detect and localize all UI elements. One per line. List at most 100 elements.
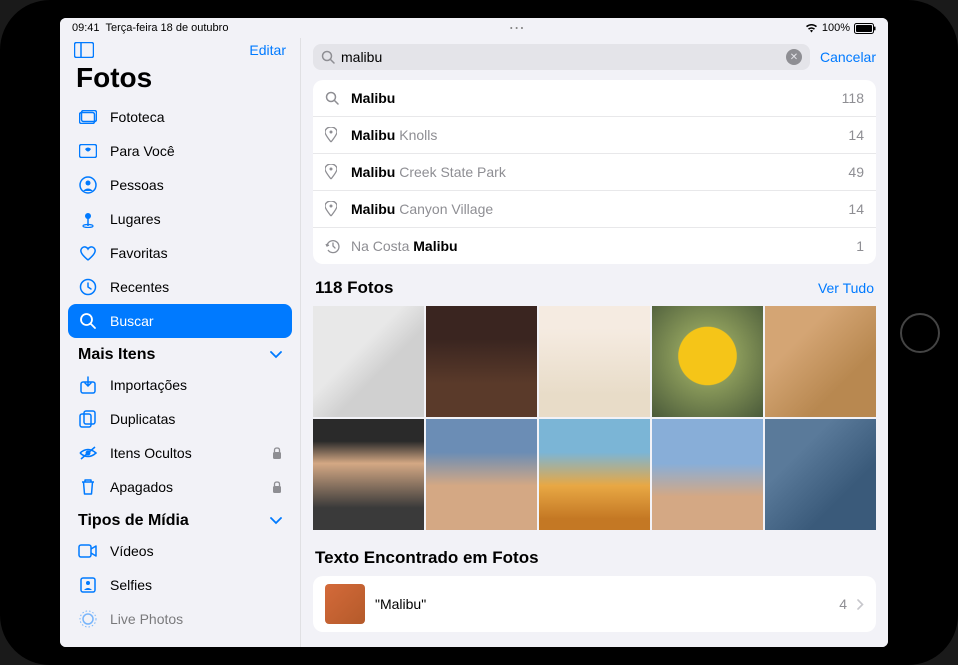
sidebar-label: Duplicatas xyxy=(110,411,175,427)
sidebar-label: Favoritas xyxy=(110,245,168,261)
sidebar-item-favoritas[interactable]: Favoritas xyxy=(68,236,292,270)
sidebar-item-duplicatas[interactable]: Duplicatas xyxy=(68,402,292,436)
library-icon xyxy=(78,107,98,127)
home-button[interactable] xyxy=(900,313,940,353)
pin-icon xyxy=(325,201,341,217)
sidebar-item-lugares[interactable]: Lugares xyxy=(68,202,292,236)
photo-thumbnail[interactable] xyxy=(652,306,763,417)
live-icon xyxy=(78,609,98,629)
pin-icon xyxy=(325,164,341,180)
photo-thumbnail[interactable] xyxy=(765,306,876,417)
sidebar-label: Buscar xyxy=(110,313,154,329)
video-icon xyxy=(78,541,98,561)
photo-thumbnail[interactable] xyxy=(426,306,537,417)
status-bar: 09:41 Terça-feira 18 de outubro ⋯ 100% xyxy=(60,18,888,38)
sidebar-label: Selfies xyxy=(110,577,152,593)
sidebar-item-fototeca[interactable]: Fototeca xyxy=(68,100,292,134)
sidebar-item-selfies[interactable]: Selfies xyxy=(68,568,292,602)
text-found-count: 4 xyxy=(839,596,847,612)
suggestion-count: 118 xyxy=(842,90,864,106)
battery-percent: 100% xyxy=(822,22,850,34)
battery-icon xyxy=(854,23,876,34)
photo-thumbnail[interactable] xyxy=(539,306,650,417)
chevron-down-icon xyxy=(270,351,282,359)
suggestion-row[interactable]: Malibu Knolls 14 xyxy=(313,117,876,154)
see-all-button[interactable]: Ver Tudo xyxy=(818,280,874,296)
sidebar-item-pessoas[interactable]: Pessoas xyxy=(68,168,292,202)
sidebar-item-para-voce[interactable]: Para Você xyxy=(68,134,292,168)
people-icon xyxy=(78,175,98,195)
sidebar: Editar Fotos Fototeca Para Você Pessoas xyxy=(60,38,300,647)
wifi-icon xyxy=(805,23,818,33)
suggestion-count: 14 xyxy=(848,201,864,217)
sidebar-label: Pessoas xyxy=(110,177,164,193)
app-title: Fotos xyxy=(68,60,292,100)
places-icon xyxy=(78,209,98,229)
sidebar-item-live-photos[interactable]: Live Photos xyxy=(68,602,292,636)
suggestion-row[interactable]: Malibu 118 xyxy=(313,80,876,117)
search-icon xyxy=(325,91,341,105)
hidden-icon xyxy=(78,443,98,463)
text-found-result[interactable]: "Malibu" 4 xyxy=(313,576,876,632)
sidebar-label: Importações xyxy=(110,377,187,393)
status-time: 09:41 xyxy=(72,22,100,34)
clock-icon xyxy=(78,277,98,297)
toggle-sidebar-button[interactable] xyxy=(74,42,94,58)
chevron-right-icon xyxy=(857,599,864,610)
pin-icon xyxy=(325,127,341,143)
chevron-down-icon xyxy=(270,517,282,525)
status-date: Terça-feira 18 de outubro xyxy=(106,22,229,34)
edit-button[interactable]: Editar xyxy=(249,42,286,58)
history-icon xyxy=(325,238,341,254)
sidebar-label: Para Você xyxy=(110,143,175,159)
foryou-icon xyxy=(78,141,98,161)
sidebar-label: Lugares xyxy=(110,211,161,227)
sidebar-item-videos[interactable]: Vídeos xyxy=(68,534,292,568)
photo-thumbnail[interactable] xyxy=(426,419,537,530)
search-input[interactable] xyxy=(341,49,780,65)
suggestion-count: 49 xyxy=(848,164,864,180)
photo-thumbnail[interactable] xyxy=(313,306,424,417)
sidebar-label: Live Photos xyxy=(110,611,183,627)
duplicate-icon xyxy=(78,409,98,429)
photo-thumbnail[interactable] xyxy=(765,419,876,530)
text-found-label: "Malibu" xyxy=(375,596,829,612)
sidebar-label: Apagados xyxy=(110,479,173,495)
suggestion-row[interactable]: Malibu Canyon Village 14 xyxy=(313,191,876,228)
search-icon xyxy=(78,311,98,331)
content-area: ✕ Cancelar Malibu 118 Malibu Knolls 14 xyxy=(300,38,888,647)
photo-thumbnail[interactable] xyxy=(652,419,763,530)
photo-grid xyxy=(313,306,876,530)
sidebar-label: Fototeca xyxy=(110,109,164,125)
import-icon xyxy=(78,375,98,395)
cancel-button[interactable]: Cancelar xyxy=(820,49,876,65)
selfie-icon xyxy=(78,575,98,595)
sidebar-label: Vídeos xyxy=(110,543,154,559)
sidebar-item-recentes[interactable]: Recentes xyxy=(68,270,292,304)
suggestion-count: 1 xyxy=(856,238,864,254)
suggestion-count: 14 xyxy=(848,127,864,143)
section-tipos-midia[interactable]: Tipos de Mídia xyxy=(68,504,292,534)
search-icon xyxy=(321,50,335,64)
section-mais-itens[interactable]: Mais Itens xyxy=(68,338,292,368)
sidebar-item-importacoes[interactable]: Importações xyxy=(68,368,292,402)
trash-icon xyxy=(78,477,98,497)
heart-icon xyxy=(78,243,98,263)
sidebar-item-buscar[interactable]: Buscar xyxy=(68,304,292,338)
photos-count-label: 118 Fotos xyxy=(315,278,393,298)
photo-thumbnail[interactable] xyxy=(539,419,650,530)
suggestion-row[interactable]: Malibu Creek State Park 49 xyxy=(313,154,876,191)
sidebar-label: Itens Ocultos xyxy=(110,445,192,461)
sidebar-item-itens-ocultos[interactable]: Itens Ocultos xyxy=(68,436,292,470)
search-field[interactable]: ✕ xyxy=(313,44,810,70)
sidebar-label: Recentes xyxy=(110,279,169,295)
search-suggestions: Malibu 118 Malibu Knolls 14 Malibu Creek… xyxy=(313,80,876,264)
sidebar-item-apagados[interactable]: Apagados xyxy=(68,470,292,504)
text-found-title: Texto Encontrado em Fotos xyxy=(313,530,876,576)
text-found-thumbnail xyxy=(325,584,365,624)
suggestion-row[interactable]: Na Costa Malibu 1 xyxy=(313,228,876,264)
lock-icon xyxy=(272,481,282,494)
photo-thumbnail[interactable] xyxy=(313,419,424,530)
clear-search-button[interactable]: ✕ xyxy=(786,49,802,65)
lock-icon xyxy=(272,447,282,460)
